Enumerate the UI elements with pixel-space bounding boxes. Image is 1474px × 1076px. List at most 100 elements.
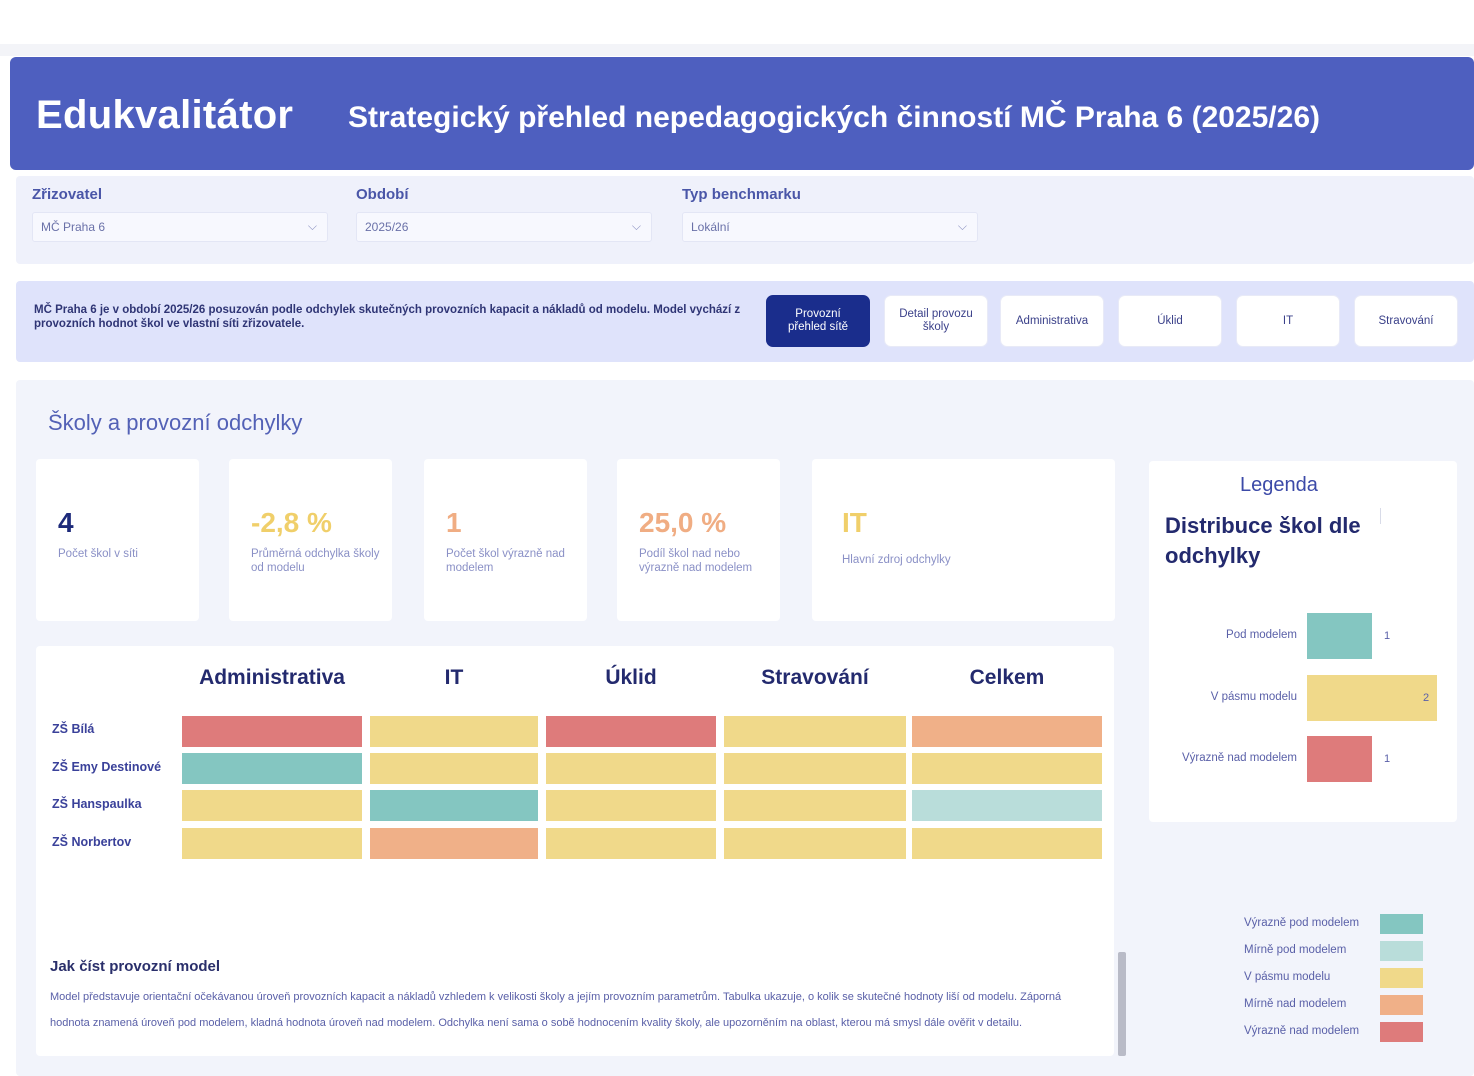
howto-text: Model představuje orientační očekávanou … (50, 991, 1062, 1029)
section-title: Školy a provozní odchylky (48, 410, 303, 435)
heatmap-cell[interactable] (182, 790, 362, 821)
benchmark-select[interactable]: Lokální ⌵ (682, 212, 978, 242)
kpi-card-hlavni-zdroj: IT Hlavní zdroj odchylky (812, 459, 1115, 621)
filter-label: Zřizovatel (32, 186, 103, 203)
heatmap-cell[interactable] (724, 716, 906, 747)
info-bar: MČ Praha 6 je v období 2025/26 posuzován… (16, 281, 1474, 362)
page-title: Strategický přehled nepedagogických činn… (348, 101, 1320, 134)
kpi-value: 1 (446, 507, 462, 538)
chart-category-label: V pásmu modelu (1210, 691, 1297, 703)
legend-swatch (1380, 995, 1423, 1015)
legend-swatch (1380, 1022, 1423, 1042)
heatmap-card: Administrativa IT Úklid Stravování Celke… (36, 646, 1126, 1056)
select-value: MČ Praha 6 (41, 220, 106, 234)
nav-administrativa-button[interactable]: Administrativa (1000, 295, 1104, 347)
heatmap-cell[interactable] (182, 753, 362, 784)
nav-provozni-prehled-button[interactable]: Provozní přehled sítě (766, 295, 870, 347)
chart-data-label: 2 (1423, 692, 1430, 704)
heatmap-row-label: ZŠ Emy Destinové (52, 760, 162, 774)
chart-data-label: 1 (1384, 753, 1391, 765)
heatmap-cell[interactable] (724, 828, 906, 859)
heatmap-col-header: Stravování (761, 666, 869, 689)
heatmap-row-label: ZŠ Hanspaulka (52, 797, 142, 811)
heatmap-cell[interactable] (912, 828, 1102, 859)
legend-swatch (1380, 914, 1423, 934)
heatmap-cell[interactable] (546, 716, 716, 747)
kpi-label: Průměrná odchylka školy od modelu (251, 548, 380, 574)
chart-title: Distribuce škol dle odchylky (1165, 513, 1361, 568)
legend-item-label: Mírně nad modelem (1244, 998, 1347, 1010)
zrizovatel-select[interactable]: MČ Praha 6 ⌵ (32, 212, 328, 242)
kpi-label: Podíl škol nad nebo výrazně nad modelem (639, 548, 753, 574)
chevron-down-icon: ⌵ (957, 219, 967, 233)
heatmap-cell[interactable] (370, 716, 538, 747)
heatmap-cell[interactable] (912, 716, 1102, 747)
obdobi-select[interactable]: 2025/26 ⌵ (356, 212, 652, 242)
chart-data-label: 1 (1384, 630, 1391, 642)
heatmap-col-header: Administrativa (199, 666, 345, 689)
info-text: MČ Praha 6 je v období 2025/26 posuzován… (34, 304, 741, 330)
app-header: Edukvalitátor Strategický přehled nepeda… (10, 57, 1474, 170)
filter-typ-benchmarku: Typ benchmarku Lokální ⌵ (682, 186, 978, 242)
heatmap-col-header: Úklid (605, 666, 657, 689)
heatmap-cell[interactable] (370, 828, 538, 859)
kpi-value: IT (842, 507, 867, 538)
filter-obdobi: Období 2025/26 ⌵ (356, 186, 652, 242)
chart-bar[interactable] (1307, 675, 1437, 721)
kpi-card-prumerna-odchylka: -2,8 % Průměrná odchylka školy od modelu (229, 459, 392, 621)
chart-bar[interactable] (1307, 736, 1372, 782)
app-brand: Edukvalitátor (36, 93, 294, 137)
kpi-value: -2,8 % (251, 507, 332, 538)
legend-divider (1380, 508, 1381, 524)
kpi-value: 25,0 % (639, 507, 727, 538)
legend-item-label: V pásmu modelu (1244, 971, 1331, 983)
chart-category-label: Výrazně nad modelem (1181, 752, 1297, 764)
heatmap-cell[interactable] (724, 790, 906, 821)
heatmap-row-label: ZŠ Bílá (52, 722, 95, 736)
howto-title: Jak číst provozní model (50, 958, 221, 975)
heatmap-cell[interactable] (182, 716, 362, 747)
legend-swatch (1380, 941, 1423, 961)
heatmap-cell[interactable] (370, 790, 538, 821)
heatmap-cell[interactable] (370, 753, 538, 784)
kpi-label: Počet škol v síti (58, 548, 138, 560)
heatmap-cell[interactable] (546, 753, 716, 784)
legend-item-label: Mírně pod modelem (1244, 944, 1347, 956)
top-strip (0, 44, 1474, 56)
legend-title: Legenda (1240, 474, 1318, 496)
heatmap-cell[interactable] (912, 753, 1102, 784)
nav-uklid-button[interactable]: Úklid (1118, 295, 1222, 347)
chevron-down-icon: ⌵ (631, 219, 641, 233)
select-value: 2025/26 (365, 220, 409, 234)
heatmap-cell[interactable] (724, 753, 906, 784)
legend-item-label: Výrazně pod modelem (1244, 917, 1360, 929)
chart-bar[interactable] (1307, 613, 1372, 659)
nav-stravovani-button[interactable]: Stravování (1354, 295, 1458, 347)
nav-detail-provozu-button[interactable]: Detail provozu školy (884, 295, 988, 347)
legend-item-label: Výrazně nad modelem (1244, 1025, 1360, 1037)
legend-swatch (1380, 968, 1423, 988)
kpi-card-pocet-skol: 4 Počet škol v síti (36, 459, 199, 621)
heatmap-col-header: IT (444, 666, 464, 689)
kpi-card-vyrazne-nad: 1 Počet škol výrazně nad modelem (424, 459, 587, 621)
filter-label: Typ benchmarku (682, 186, 801, 203)
chart-category-label: Pod modelem (1226, 629, 1297, 641)
heatmap-cell[interactable] (182, 828, 362, 859)
select-value: Lokální (691, 220, 730, 234)
heatmap-row-label: ZŠ Norbertov (52, 835, 132, 849)
filter-zrizovatel: Zřizovatel MČ Praha 6 ⌵ (32, 186, 328, 242)
nav-it-button[interactable]: IT (1236, 295, 1340, 347)
heatmap-cell[interactable] (912, 790, 1102, 821)
howto-scrollbar[interactable] (1118, 952, 1126, 1056)
kpi-value: 4 (58, 507, 74, 538)
distribution-chart-card: Distribuce škol dle odchylky Pod modelem… (1149, 461, 1457, 822)
kpi-label: Hlavní zdroj odchylky (842, 554, 951, 566)
heatmap-col-header: Celkem (969, 666, 1045, 689)
heatmap-cell[interactable] (546, 790, 716, 821)
kpi-card-podil-skol: 25,0 % Podíl škol nad nebo výrazně nad m… (617, 459, 780, 621)
kpi-label: Počet škol výrazně nad modelem (446, 548, 565, 574)
chevron-down-icon: ⌵ (307, 219, 317, 233)
filter-bar: Zřizovatel MČ Praha 6 ⌵ Období 2025/26 ⌵… (16, 176, 1474, 264)
heatmap-cell[interactable] (546, 828, 716, 859)
filter-label: Období (356, 186, 409, 203)
